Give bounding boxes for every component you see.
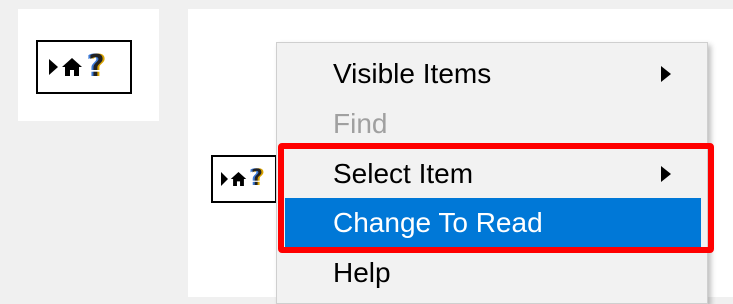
diagram-property-node[interactable]: ? (211, 155, 277, 203)
menu-item-label: Help (333, 257, 391, 288)
question-mark-icon: ? (87, 49, 106, 84)
menu-item-label: Find (333, 108, 388, 139)
red-highlight-annotation (278, 143, 714, 253)
menu-item-visible-items[interactable]: Visible Items (285, 49, 701, 99)
property-node-icon[interactable]: ? (36, 40, 132, 94)
menu-item-label: Visible Items (333, 58, 492, 89)
question-mark-icon: ? (250, 166, 264, 191)
play-triangle-icon (221, 172, 228, 186)
submenu-arrow-icon (661, 66, 671, 82)
menu-item-find: Find (285, 99, 701, 149)
play-triangle-icon (49, 59, 58, 75)
house-icon (62, 58, 82, 76)
house-icon (230, 172, 247, 186)
menu-item-help[interactable]: Help (285, 248, 701, 298)
